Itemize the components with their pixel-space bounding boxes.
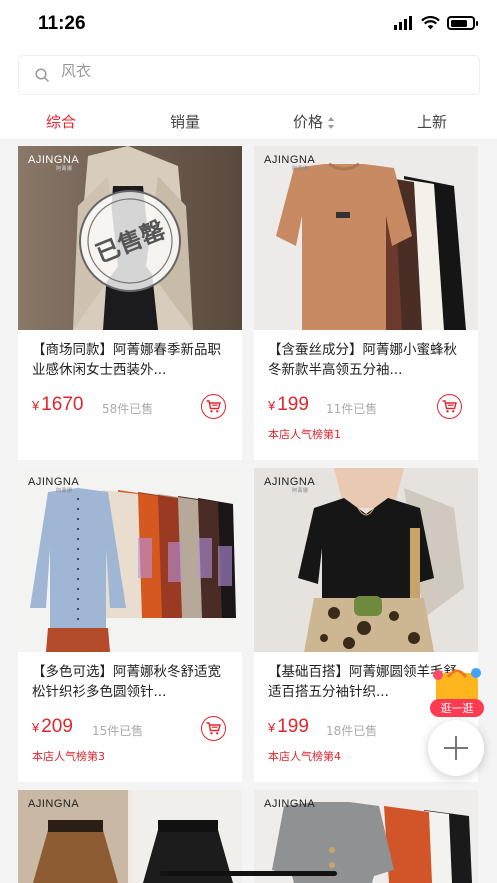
add-to-cart-button[interactable] xyxy=(201,716,226,741)
popularity-rank: 本店人气榜第1 xyxy=(268,428,341,441)
brand-sub: 阿菁娜 xyxy=(292,166,309,172)
tab-sales[interactable]: 销量 xyxy=(170,110,200,134)
product-title: 【含蚕丝成分】阿菁娜小蜜蜂秋冬新款半高领五分袖... xyxy=(268,342,457,378)
brand-logo: AJINGNA 阿菁娜 xyxy=(264,476,315,494)
brand-logo: AJINGNA xyxy=(28,798,79,810)
popularity-rank: 本店人气榜第3 xyxy=(32,750,105,763)
price-row: ¥1670 58件已售 xyxy=(32,380,228,419)
battery-icon xyxy=(447,16,478,30)
brand-logo: AJINGNA xyxy=(264,798,315,810)
home-indicator[interactable] xyxy=(160,871,337,876)
status-bar: 11:26 xyxy=(0,0,497,46)
product-title: 【商场同款】阿菁娜春季新品职业感休闲女士西装外... xyxy=(32,342,221,378)
currency-symbol: ¥ xyxy=(32,398,40,413)
tab-label: 综合 xyxy=(46,113,77,131)
search-placeholder: 风衣 xyxy=(61,62,92,80)
add-to-cart-button[interactable] xyxy=(437,394,462,419)
sold-count: 11件已售 xyxy=(326,402,378,416)
brand-logo: AJINGNA 阿菁娜 xyxy=(264,154,315,172)
product-image[interactable]: AJINGNA 阿菁娜 xyxy=(254,146,478,330)
product-image[interactable]: AJINGNA 阿菁娜 xyxy=(18,468,242,652)
sold-count: 58件已售 xyxy=(102,402,154,416)
product-card[interactable]: AJINGNA 阿菁娜 【含蚕丝成分】阿菁娜小蜜蜂秋冬新款半高领五分袖... ¥1… xyxy=(254,146,478,460)
product-photo-knit-tops xyxy=(254,146,478,330)
product-image[interactable]: AJINGNA 阿菁娜 xyxy=(254,468,478,652)
cart-icon xyxy=(206,400,221,413)
tab-comprehensive[interactable]: 综合 xyxy=(46,110,76,134)
currency-symbol: ¥ xyxy=(268,720,276,735)
sort-arrows-icon xyxy=(327,116,335,129)
price-value: 209 xyxy=(41,716,73,737)
product-price: ¥199 xyxy=(268,716,309,738)
price-value: 199 xyxy=(277,716,309,737)
sort-bar: 综合 销量 价格 上新 xyxy=(0,102,497,140)
currency-symbol: ¥ xyxy=(32,720,40,735)
tab-label: 价格 xyxy=(293,113,324,131)
signal-icon xyxy=(394,16,412,30)
tab-new[interactable]: 上新 xyxy=(417,110,447,134)
browse-float-button[interactable]: 逛一逛 xyxy=(428,665,486,719)
cart-icon xyxy=(206,722,221,735)
product-price: ¥209 xyxy=(32,716,73,738)
product-card[interactable]: AJINGNA xyxy=(18,790,242,883)
product-card[interactable]: 已售罄 AJINGNA 阿菁娜 【商场同款】阿菁娜春季新品职业感休闲女士西装外..… xyxy=(18,146,242,460)
brand-logo: AJINGNA 阿菁娜 xyxy=(28,154,79,172)
brand-sub: 阿菁娜 xyxy=(56,488,73,494)
tab-label: 上新 xyxy=(417,113,448,131)
search-icon xyxy=(35,68,50,83)
cart-icon xyxy=(442,400,457,413)
sold-count: 18件已售 xyxy=(326,724,378,738)
product-price: ¥1670 xyxy=(32,394,84,416)
product-image[interactable]: AJINGNA xyxy=(254,790,478,883)
product-card[interactable]: AJINGNA xyxy=(254,790,478,883)
price-value: 1670 xyxy=(41,394,84,415)
product-card[interactable]: AJINGNA 阿菁娜 【多色可选】阿菁娜秋冬舒适宽松针织衫多色圆领针... ¥2… xyxy=(18,468,242,782)
product-price: ¥199 xyxy=(268,394,309,416)
brand-logo: AJINGNA 阿菁娜 xyxy=(28,476,79,494)
tab-price[interactable]: 价格 xyxy=(293,110,335,134)
product-image[interactable]: AJINGNA xyxy=(18,790,242,883)
product-image[interactable]: 已售罄 AJINGNA 阿菁娜 xyxy=(18,146,242,330)
wifi-icon xyxy=(421,16,440,30)
sold-count: 15件已售 xyxy=(92,724,144,738)
add-button[interactable] xyxy=(428,720,484,776)
brand-name: AJINGNA xyxy=(28,798,80,810)
add-to-cart-button[interactable] xyxy=(201,394,226,419)
tab-label: 销量 xyxy=(170,113,201,131)
status-icons xyxy=(394,16,478,30)
currency-symbol: ¥ xyxy=(268,398,276,413)
brand-name: AJINGNA xyxy=(264,798,316,810)
product-photo-black-top xyxy=(254,468,478,652)
shopping-bag-icon: 逛一逛 xyxy=(430,668,484,717)
product-photo-cardigans xyxy=(18,468,242,652)
status-time: 11:26 xyxy=(38,13,86,34)
price-value: 199 xyxy=(277,394,309,415)
product-photo-blazer: 已售罄 xyxy=(18,146,242,330)
brand-sub: 阿菁娜 xyxy=(56,166,73,172)
product-title: 【多色可选】阿菁娜秋冬舒适宽松针织衫多色圆领针... xyxy=(32,664,221,700)
search-input[interactable]: 风衣 xyxy=(19,56,479,94)
brand-sub: 阿菁娜 xyxy=(292,488,309,494)
price-row: ¥209 15件已售 xyxy=(32,702,228,741)
browse-label: 逛一逛 xyxy=(441,702,474,715)
price-row: ¥199 11件已售 xyxy=(268,380,464,419)
search-bar: 风衣 xyxy=(0,46,497,102)
